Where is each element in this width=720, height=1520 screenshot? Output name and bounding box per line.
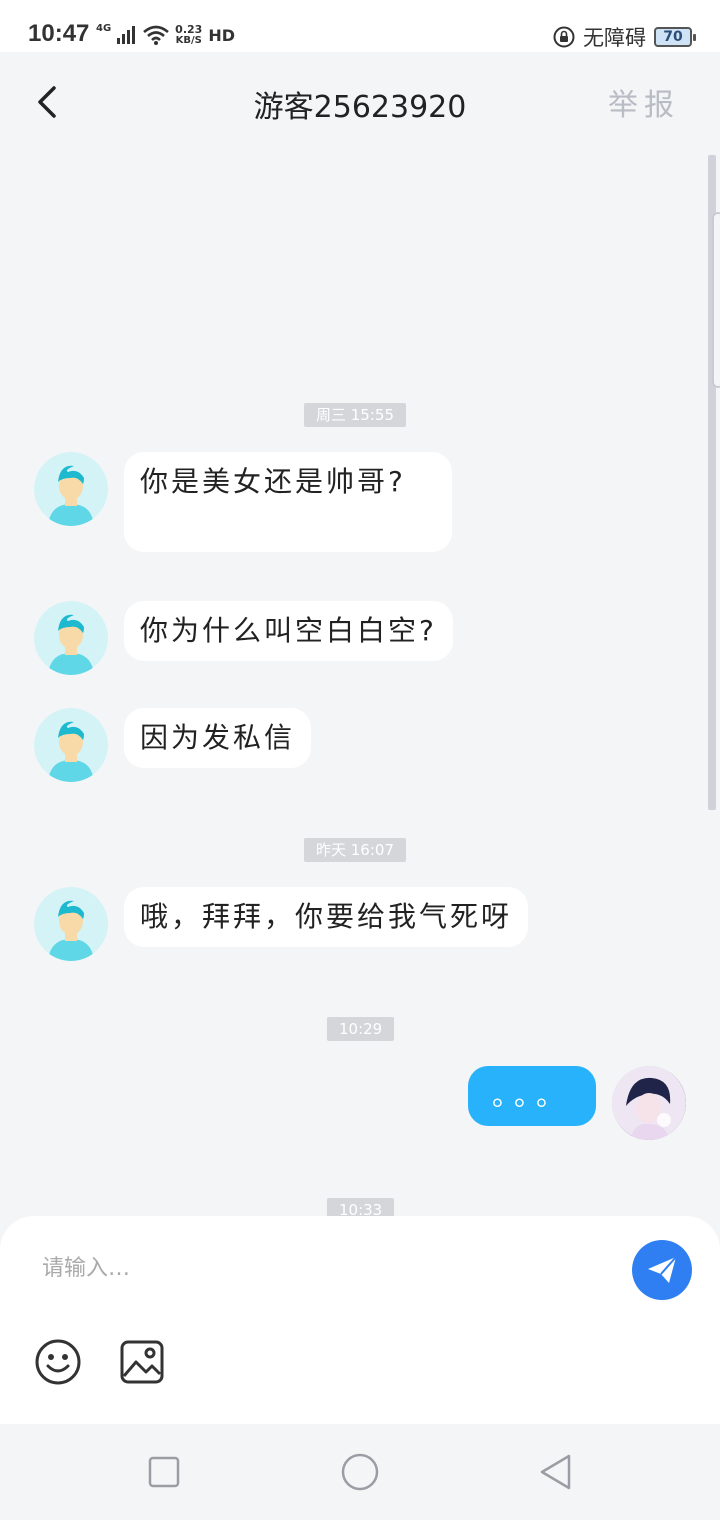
status-icons: 4G 0.23 KB/S HD xyxy=(96,23,235,47)
system-nav-bar xyxy=(0,1424,720,1520)
smiley-icon xyxy=(35,1339,81,1385)
message-bubble[interactable]: 因为发私信 xyxy=(124,708,312,768)
net-speed-unit: KB/S xyxy=(175,35,202,46)
battery-indicator: 70 xyxy=(654,27,696,47)
timestamp-divider: 周三 15:55 xyxy=(304,403,406,427)
image-icon xyxy=(120,1340,164,1384)
circle-icon xyxy=(341,1453,379,1491)
emoji-button[interactable] xyxy=(34,1338,82,1386)
message-bubble[interactable]: 你为什么叫空白白空? xyxy=(124,601,453,661)
nav-home-button[interactable] xyxy=(340,1452,380,1492)
avatar[interactable] xyxy=(34,601,108,675)
my-message-bubble[interactable]: 。。。 xyxy=(468,1066,596,1126)
network-type: 4G xyxy=(96,23,112,34)
composer-panel xyxy=(0,1216,720,1424)
send-button[interactable] xyxy=(632,1240,692,1300)
status-time: 10:47 xyxy=(28,20,90,47)
timestamp-divider: 昨天 16:07 xyxy=(304,838,406,862)
my-avatar[interactable] xyxy=(612,1066,686,1140)
signal-icon xyxy=(117,26,136,44)
hd-badge: HD xyxy=(208,25,235,45)
net-speed: 0.23 KB/S xyxy=(175,24,202,46)
default-avatar-icon xyxy=(34,708,108,782)
square-icon xyxy=(148,1456,180,1488)
message-bubble[interactable]: 哦，拜拜，你要给我气死呀 xyxy=(124,887,529,947)
nav-back-button[interactable] xyxy=(536,1452,576,1492)
message-input[interactable] xyxy=(30,1246,590,1290)
status-right: 无障碍 70 xyxy=(553,22,696,52)
triangle-icon xyxy=(540,1454,571,1490)
user-portrait-icon xyxy=(612,1066,686,1140)
default-avatar-icon xyxy=(34,887,108,961)
edge-panel-handle[interactable] xyxy=(712,212,720,388)
image-button[interactable] xyxy=(118,1338,166,1386)
paper-plane-icon xyxy=(648,1256,677,1283)
wifi-icon xyxy=(143,25,170,45)
net-speed-value: 0.23 xyxy=(175,23,203,36)
status-bar: 10:47 4G 0.23 KB/S HD 无障碍 70 xyxy=(0,0,720,52)
accessibility-label: 无障碍 xyxy=(583,26,646,50)
default-avatar-icon xyxy=(34,452,108,526)
message-bubble[interactable]: 你是美女还是帅哥? xyxy=(124,452,452,552)
chat-header: 游客25623920 举报 xyxy=(0,52,720,152)
lock-rotation-icon xyxy=(553,26,575,48)
timestamp-divider: 10:29 xyxy=(327,1017,395,1041)
nav-recents-button[interactable] xyxy=(144,1452,184,1492)
avatar[interactable] xyxy=(34,887,108,961)
avatar[interactable] xyxy=(34,708,108,782)
avatar[interactable] xyxy=(34,452,108,526)
default-avatar-icon xyxy=(34,601,108,675)
report-button[interactable]: 举报 xyxy=(608,80,680,124)
